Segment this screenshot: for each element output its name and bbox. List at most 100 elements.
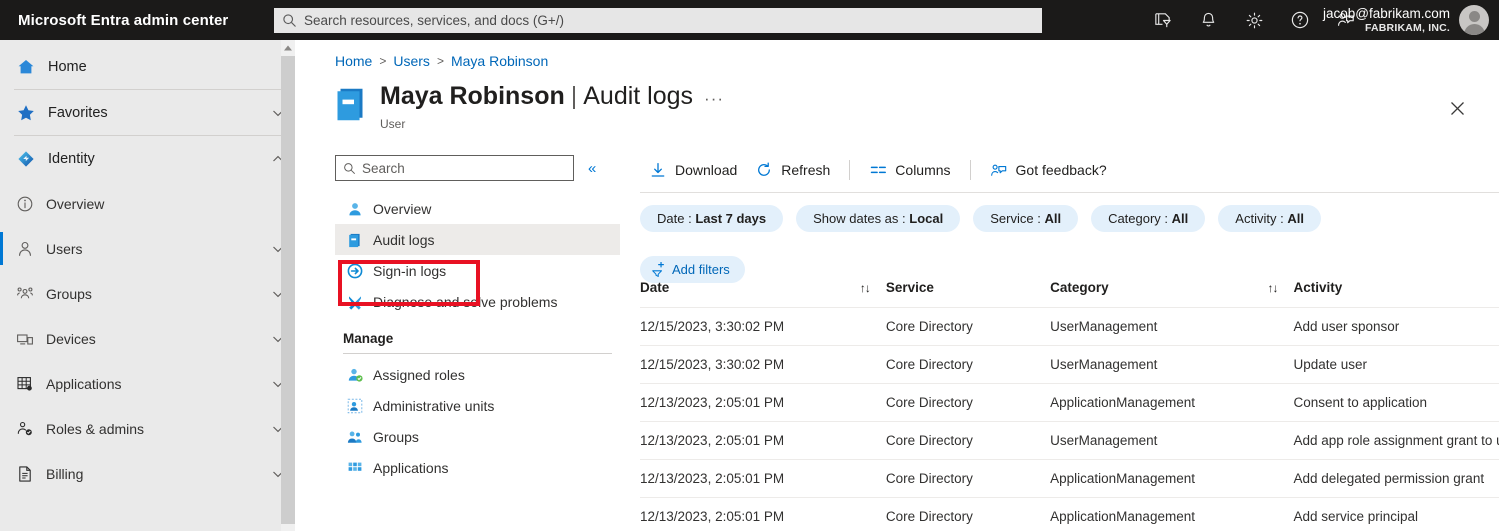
resource-menu-item-applications[interactable]: Applications bbox=[335, 452, 620, 483]
global-header: Microsoft Entra admin center Search reso… bbox=[0, 0, 1499, 40]
resource-menu-item-label: Sign-in logs bbox=[373, 262, 447, 279]
resource-menu-search-input[interactable] bbox=[362, 160, 566, 176]
table-row[interactable]: 12/15/2023, 3:30:02 PM Core Directory Us… bbox=[640, 307, 1499, 346]
column-header-label: Category bbox=[1050, 280, 1109, 295]
home-icon bbox=[12, 57, 40, 77]
sidebar-item-favorites[interactable]: Favorites bbox=[0, 90, 295, 135]
filter-pill-key: Date : bbox=[657, 211, 692, 226]
resource-menu: « Overview Audit logs bbox=[335, 155, 620, 483]
more-options-icon[interactable]: ··· bbox=[704, 90, 724, 107]
got-feedback-button[interactable]: Got feedback? bbox=[981, 155, 1116, 185]
close-icon[interactable] bbox=[1442, 93, 1472, 123]
sidebar-item-label: Devices bbox=[46, 330, 96, 347]
sidebar-scrollbar[interactable] bbox=[281, 40, 295, 531]
filter-pill-key: Activity : bbox=[1235, 211, 1284, 226]
table-row[interactable]: 12/13/2023, 2:05:01 PM Core Directory Ap… bbox=[640, 383, 1499, 422]
table-row[interactable]: 12/15/2023, 3:30:02 PM Core Directory Us… bbox=[640, 345, 1499, 384]
column-header-service[interactable]: Service bbox=[886, 280, 1050, 308]
sidebar-item-applications[interactable]: Applications bbox=[0, 361, 295, 406]
sidebar-item-billing[interactable]: Billing bbox=[0, 451, 295, 496]
content-pane: Home > Users > Maya Robinson Maya Robins… bbox=[310, 40, 1499, 531]
sidebar-item-label: Applications bbox=[46, 375, 122, 392]
resource-menu-item-label: Applications bbox=[373, 459, 449, 476]
cell-activity: Add app role assignment grant to user bbox=[1293, 421, 1499, 460]
avatar-head bbox=[1468, 11, 1480, 22]
command-bar: Download Refresh Columns Got feedback? bbox=[640, 153, 1116, 187]
resource-menu-search-row: « bbox=[335, 155, 620, 181]
filter-pill-value: Local bbox=[909, 211, 944, 226]
sidebar-item-label: Users bbox=[46, 240, 83, 257]
breadcrumb-item-home[interactable]: Home bbox=[335, 53, 372, 69]
resource-menu-item-diagnose[interactable]: Diagnose and solve problems bbox=[335, 286, 620, 317]
administrative-units-icon bbox=[343, 398, 367, 414]
cell-service: Core Directory bbox=[885, 383, 1051, 422]
sort-toggle-icon[interactable]: ↑↓ bbox=[860, 281, 886, 295]
columns-icon bbox=[869, 162, 887, 178]
settings-gear-icon[interactable] bbox=[1243, 9, 1265, 31]
resource-menu-item-label: Diagnose and solve problems bbox=[373, 293, 558, 310]
resource-menu-item-sign-in-logs[interactable]: Sign-in logs bbox=[335, 255, 620, 286]
filter-pill-date[interactable]: Date : Last 7 days bbox=[640, 205, 784, 232]
resource-menu-item-audit-logs[interactable]: Audit logs bbox=[335, 224, 620, 255]
page-title: Maya Robinson | Audit logs bbox=[380, 82, 693, 111]
account-menu[interactable]: jacob@fabrikam.com FABRIKAM, INC. bbox=[1323, 0, 1489, 40]
table-row[interactable]: 12/13/2023, 2:05:01 PM Core Directory Us… bbox=[640, 421, 1499, 460]
download-button[interactable]: Download bbox=[640, 155, 746, 185]
scrollbar-thumb[interactable] bbox=[281, 56, 295, 524]
cell-date: 12/15/2023, 3:30:02 PM bbox=[640, 345, 886, 384]
add-filters-button[interactable]: Add filters bbox=[640, 256, 745, 283]
filter-pill-activity[interactable]: Activity : All bbox=[1218, 205, 1321, 232]
column-header-activity[interactable]: Activity ↑↓ bbox=[1293, 280, 1499, 308]
notifications-bell-icon[interactable] bbox=[1197, 9, 1219, 31]
scroll-up-arrow-icon[interactable] bbox=[281, 40, 295, 55]
got-feedback-label: Got feedback? bbox=[1015, 162, 1107, 178]
sidebar-item-roles-admins[interactable]: Roles & admins bbox=[0, 406, 295, 451]
sidebar-item-identity[interactable]: Identity bbox=[0, 136, 295, 181]
cell-date: 12/13/2023, 2:05:01 PM bbox=[640, 383, 886, 422]
breadcrumb-item-users[interactable]: Users bbox=[393, 53, 430, 69]
breadcrumb-separator: > bbox=[436, 54, 444, 68]
sidebar-item-home[interactable]: Home bbox=[0, 44, 295, 89]
avatar[interactable] bbox=[1459, 5, 1489, 35]
columns-button[interactable]: Columns bbox=[860, 155, 959, 185]
cell-date: 12/15/2023, 3:30:02 PM bbox=[640, 307, 886, 346]
sidebar-item-devices[interactable]: Devices bbox=[0, 316, 295, 361]
filter-pill-category[interactable]: Category : All bbox=[1091, 205, 1206, 232]
cell-service: Core Directory bbox=[885, 307, 1051, 346]
cell-service: Core Directory bbox=[885, 459, 1051, 498]
cloud-shell-icon[interactable] bbox=[1151, 9, 1173, 31]
column-header-date[interactable]: Date ↑↓ bbox=[640, 280, 886, 308]
sidebar-item-label: Identity bbox=[48, 150, 95, 167]
resource-menu-item-assigned-roles[interactable]: Assigned roles bbox=[335, 359, 620, 390]
audit-book-icon bbox=[343, 232, 367, 248]
sidebar-item-groups[interactable]: Groups bbox=[0, 271, 295, 316]
refresh-button[interactable]: Refresh bbox=[746, 155, 839, 185]
resource-menu-item-overview[interactable]: Overview bbox=[335, 193, 620, 224]
filter-pill-key: Category : bbox=[1108, 211, 1169, 226]
column-header-label: Service bbox=[885, 280, 934, 295]
resource-menu-list: Overview Audit logs Sign-in logs Diagnos… bbox=[335, 193, 620, 483]
account-organization: FABRIKAM, INC. bbox=[1364, 21, 1450, 34]
help-question-icon[interactable] bbox=[1289, 9, 1311, 31]
table-row[interactable]: 12/13/2023, 2:05:01 PM Core Directory Ap… bbox=[640, 497, 1499, 531]
column-header-category[interactable]: Category ↑↓ bbox=[1050, 280, 1293, 308]
resource-menu-item-groups[interactable]: Groups bbox=[335, 421, 620, 452]
account-text: jacob@fabrikam.com FABRIKAM, INC. bbox=[1323, 6, 1450, 34]
resource-menu-item-administrative-units[interactable]: Administrative units bbox=[335, 390, 620, 421]
cell-service: Core Directory bbox=[885, 421, 1051, 460]
signin-arrow-icon bbox=[343, 263, 367, 279]
table-row[interactable]: 12/13/2023, 2:05:01 PM Core Directory Ap… bbox=[640, 459, 1499, 498]
global-search-input[interactable] bbox=[304, 10, 1034, 31]
sidebar-item-overview[interactable]: Overview bbox=[0, 181, 295, 226]
cell-date: 12/13/2023, 2:05:01 PM bbox=[640, 459, 886, 498]
breadcrumb-item-maya-robinson[interactable]: Maya Robinson bbox=[451, 53, 548, 69]
filter-pill-service[interactable]: Service : All bbox=[973, 205, 1079, 232]
filter-pill-show-dates-as[interactable]: Show dates as : Local bbox=[796, 205, 961, 232]
sort-toggle-icon[interactable]: ↑↓ bbox=[1267, 281, 1293, 295]
cell-category: ApplicationManagement bbox=[1050, 383, 1294, 422]
sidebar-item-users[interactable]: Users bbox=[0, 226, 295, 271]
resource-menu-search-box[interactable] bbox=[335, 155, 574, 181]
collapse-menu-icon[interactable]: « bbox=[588, 160, 596, 177]
sidebar-item-label: Home bbox=[48, 58, 87, 75]
global-search-box[interactable] bbox=[274, 8, 1042, 33]
